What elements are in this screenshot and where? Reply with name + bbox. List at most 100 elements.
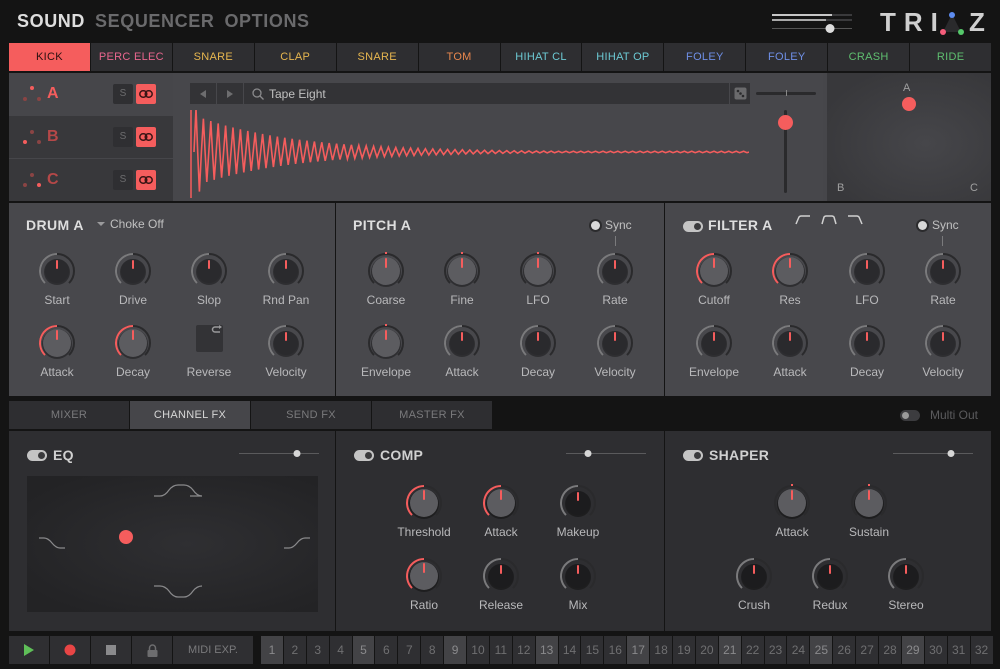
lowpass-icon[interactable] xyxy=(847,215,863,225)
envelope-dial[interactable] xyxy=(694,323,734,363)
lfo-dial[interactable] xyxy=(847,251,887,291)
threshold-dial[interactable] xyxy=(404,483,444,523)
record-button[interactable] xyxy=(50,636,90,664)
filter-enable-toggle[interactable] xyxy=(683,219,703,237)
play-button[interactable] xyxy=(9,636,49,664)
eq-handle[interactable] xyxy=(118,530,133,545)
instrument-tab-tom[interactable]: TOM xyxy=(418,43,500,71)
step-button-30[interactable]: 30 xyxy=(924,636,947,664)
layer-row-b[interactable]: B S xyxy=(9,116,173,158)
step-button-4[interactable]: 4 xyxy=(329,636,352,664)
rnd-pan-dial[interactable] xyxy=(266,251,306,291)
mix-dial[interactable] xyxy=(558,556,598,596)
toggle-switch[interactable] xyxy=(683,221,703,232)
waveform-display[interactable] xyxy=(189,110,749,198)
layer-solo-button[interactable]: S xyxy=(113,170,133,190)
res-dial[interactable] xyxy=(770,251,810,291)
step-button-18[interactable]: 18 xyxy=(650,636,673,664)
sample-search-field[interactable]: Tape Eight xyxy=(244,83,729,104)
fx-tab-master-fx[interactable]: MASTER FX xyxy=(372,401,492,429)
shaper-mix-slider[interactable] xyxy=(893,450,973,457)
eq-enable-toggle[interactable] xyxy=(27,449,47,461)
attack-dial[interactable] xyxy=(442,323,482,363)
velocity-dial[interactable] xyxy=(266,323,306,363)
instrument-tab-foley[interactable]: FOLEY xyxy=(664,43,746,71)
release-dial[interactable] xyxy=(481,556,521,596)
step-button-25[interactable]: 25 xyxy=(810,636,833,664)
velocity-dial[interactable] xyxy=(923,323,963,363)
fx-tab-send-fx[interactable]: SEND FX xyxy=(251,401,371,429)
instrument-tab-crash[interactable]: CRASH xyxy=(828,43,910,71)
layer-volume-slider[interactable] xyxy=(778,110,793,193)
step-button-23[interactable]: 23 xyxy=(764,636,787,664)
step-button-27[interactable]: 27 xyxy=(856,636,879,664)
layer-link-button[interactable] xyxy=(136,170,156,190)
nav-sound[interactable]: SOUND xyxy=(17,11,85,32)
instrument-tab-perc-elec[interactable]: PERC ELEC xyxy=(90,43,172,71)
master-volume-handle[interactable] xyxy=(825,24,835,33)
layer-solo-button[interactable]: S xyxy=(113,84,133,104)
step-button-19[interactable]: 19 xyxy=(673,636,695,664)
cutoff-dial[interactable] xyxy=(694,251,734,291)
slider-handle[interactable] xyxy=(947,450,955,457)
layer-row-a[interactable]: A S xyxy=(9,73,173,115)
step-button-15[interactable]: 15 xyxy=(581,636,604,664)
pitch-sync-toggle[interactable]: Sync xyxy=(591,218,632,232)
ratio-dial[interactable] xyxy=(404,556,444,596)
step-button-20[interactable]: 20 xyxy=(695,636,718,664)
step-button-12[interactable]: 12 xyxy=(512,636,535,664)
layer-link-button[interactable] xyxy=(136,127,156,147)
nav-options[interactable]: OPTIONS xyxy=(224,11,309,32)
step-button-13[interactable]: 13 xyxy=(535,636,558,664)
random-sample-button[interactable] xyxy=(730,83,750,104)
attack-dial[interactable] xyxy=(772,483,812,523)
step-button-17[interactable]: 17 xyxy=(627,636,650,664)
instrument-tab-hihat-cl[interactable]: HIHAT CL xyxy=(500,43,582,71)
next-sample-button[interactable] xyxy=(217,83,243,104)
instrument-tab-hihat-op[interactable]: HIHAT OP xyxy=(582,43,664,71)
layer-link-button[interactable] xyxy=(136,84,156,104)
attack-dial[interactable] xyxy=(37,323,77,363)
start-dial[interactable] xyxy=(37,251,77,291)
step-button-10[interactable]: 10 xyxy=(467,636,489,664)
instrument-tab-clap[interactable]: CLAP xyxy=(254,43,336,71)
slop-dial[interactable] xyxy=(189,251,229,291)
step-button-3[interactable]: 3 xyxy=(306,636,329,664)
comp-enable-toggle[interactable] xyxy=(354,449,374,461)
nav-sequencer[interactable]: SEQUENCER xyxy=(95,11,214,32)
envelope-dial[interactable] xyxy=(366,323,406,363)
xy-handle[interactable] xyxy=(902,97,916,112)
redux-dial[interactable] xyxy=(810,556,850,596)
sustain-dial[interactable] xyxy=(849,483,889,523)
crush-dial[interactable] xyxy=(734,556,774,596)
step-button-16[interactable]: 16 xyxy=(604,636,627,664)
eq-mix-slider[interactable] xyxy=(239,450,319,457)
rate-dial[interactable] xyxy=(595,251,635,291)
step-button-26[interactable]: 26 xyxy=(833,636,856,664)
filter-sync-toggle[interactable]: Sync xyxy=(918,218,959,232)
velocity-dial[interactable] xyxy=(595,323,635,363)
step-button-32[interactable]: 32 xyxy=(970,636,993,664)
lock-button[interactable] xyxy=(132,636,172,664)
layer-row-c[interactable]: C S xyxy=(9,159,173,201)
bandpass-icon[interactable] xyxy=(821,215,837,225)
decay-dial[interactable] xyxy=(518,323,558,363)
rate-dial[interactable] xyxy=(923,251,963,291)
instrument-tab-kick[interactable]: KICK xyxy=(9,43,90,71)
attack-dial[interactable] xyxy=(770,323,810,363)
shaper-enable-toggle[interactable] xyxy=(683,449,703,461)
reverse-button[interactable] xyxy=(196,325,223,352)
step-button-9[interactable]: 9 xyxy=(444,636,467,664)
step-button-2[interactable]: 2 xyxy=(283,636,306,664)
highpass-icon[interactable] xyxy=(795,215,811,225)
step-button-24[interactable]: 24 xyxy=(787,636,810,664)
fx-tab-mixer[interactable]: MIXER xyxy=(9,401,129,429)
layer-solo-button[interactable]: S xyxy=(113,127,133,147)
fine-dial[interactable] xyxy=(442,251,482,291)
instrument-tab-ride[interactable]: RIDE xyxy=(910,43,992,71)
comp-mix-slider[interactable] xyxy=(566,450,646,457)
step-button-21[interactable]: 21 xyxy=(718,636,741,664)
step-button-8[interactable]: 8 xyxy=(421,636,444,664)
slider-handle[interactable] xyxy=(293,450,301,457)
decay-dial[interactable] xyxy=(847,323,887,363)
